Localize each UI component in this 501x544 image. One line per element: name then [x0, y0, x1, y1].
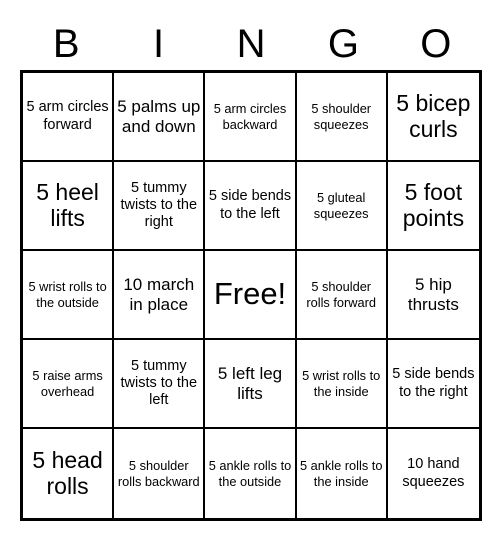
bingo-cell-label: 5 ankle rolls to the outside [208, 458, 292, 489]
bingo-cell-label: 5 ankle rolls to the inside [299, 458, 383, 489]
bingo-cell-label: 5 tummy twists to the right [120, 179, 198, 231]
bingo-cell-label: 5 raise arms overhead [32, 368, 103, 399]
bingo-cell-label: 5 side bends to the right [392, 366, 475, 400]
bingo-header-letter-n: N [236, 22, 266, 66]
bingo-cell-label: 5 palms up and down [117, 96, 201, 136]
bingo-cell-label: 5 shoulder squeezes [311, 101, 372, 132]
bingo-cell-r5c4[interactable]: 5 ankle rolls to the inside [296, 429, 388, 518]
bingo-cell-r5c5[interactable]: 10 hand squeezes [387, 429, 479, 518]
bingo-cell-label: 10 hand squeezes [402, 456, 465, 490]
bingo-cell-label: 5 head rolls [32, 446, 103, 499]
bingo-cell-r2c2[interactable]: 5 tummy twists to the right [114, 162, 206, 251]
bingo-cell-label: 5 shoulder rolls forward [306, 279, 377, 310]
bingo-cell-label: 5 tummy twists to the left [120, 357, 198, 409]
bingo-cell-r4c4[interactable]: 5 wrist rolls to the inside [296, 340, 388, 429]
bingo-cell-label: 5 arm circles backward [213, 101, 287, 132]
bingo-cell-label: 5 arm circles forward [26, 99, 109, 133]
bingo-cell-label: 5 bicep curls [396, 89, 471, 142]
bingo-grid: 5 arm circles forward 5 palms up and down… [20, 70, 482, 521]
bingo-cell-r3c4[interactable]: 5 shoulder rolls forward [296, 251, 388, 340]
bingo-cell-label: 5 left leg lifts [217, 363, 283, 403]
bingo-cell-label: 5 heel lifts [36, 178, 99, 231]
bingo-cell-label: 10 march in place [123, 274, 195, 314]
bingo-cell-r2c1[interactable]: 5 heel lifts [23, 162, 115, 251]
bingo-cell-r1c4[interactable]: 5 shoulder squeezes [296, 73, 388, 162]
bingo-cell-r3c5[interactable]: 5 hip thrusts [387, 251, 479, 340]
bingo-cell-r2c5[interactable]: 5 foot points [387, 162, 479, 251]
bingo-cell-label: 5 side bends to the left [208, 188, 292, 222]
bingo-cell-r4c2[interactable]: 5 tummy twists to the left [114, 340, 206, 429]
bingo-cell-r4c1[interactable]: 5 raise arms overhead [23, 340, 115, 429]
bingo-cell-label: 5 wrist rolls to the outside [28, 279, 107, 310]
bingo-cell-label: 5 shoulder rolls backward [117, 458, 200, 489]
bingo-cell-r4c3[interactable]: 5 left leg lifts [205, 340, 297, 429]
bingo-cell-r5c1[interactable]: 5 head rolls [23, 429, 115, 518]
bingo-cell-label: 5 foot points [402, 178, 465, 231]
bingo-cell-r3c2[interactable]: 10 march in place [114, 251, 206, 340]
bingo-cell-r3c3[interactable]: Free! [205, 251, 297, 340]
bingo-cell-label: Free! [213, 276, 287, 312]
bingo-cell-r2c3[interactable]: 5 side bends to the left [205, 162, 297, 251]
bingo-cell-r2c4[interactable]: 5 gluteal squeezes [296, 162, 388, 251]
bingo-header-letter-o: O [420, 22, 452, 66]
bingo-cell-label: 5 wrist rolls to the inside [302, 368, 381, 399]
bingo-header-letter-g: G [327, 22, 359, 66]
bingo-card: B I N G O 5 arm circles forward 5 palms up an… [0, 0, 501, 544]
bingo-cell-label: 5 hip thrusts [407, 274, 459, 314]
bingo-cell-label: 5 gluteal squeezes [313, 190, 369, 221]
bingo-cell-r3c1[interactable]: 5 wrist rolls to the outside [23, 251, 115, 340]
bingo-cell-r1c1[interactable]: 5 arm circles forward [23, 73, 115, 162]
bingo-header: BINGO [20, 18, 482, 70]
bingo-header-letter-b: B [52, 22, 80, 66]
bingo-cell-r4c5[interactable]: 5 side bends to the right [387, 340, 479, 429]
bingo-cell-r1c3[interactable]: 5 arm circles backward [205, 73, 297, 162]
bingo-cell-r5c3[interactable]: 5 ankle rolls to the outside [205, 429, 297, 518]
bingo-cell-r5c2[interactable]: 5 shoulder rolls backward [114, 429, 206, 518]
bingo-cell-r1c2[interactable]: 5 palms up and down [114, 73, 206, 162]
bingo-cell-r1c5[interactable]: 5 bicep curls [387, 73, 479, 162]
bingo-header-letter-i: I [153, 22, 165, 66]
